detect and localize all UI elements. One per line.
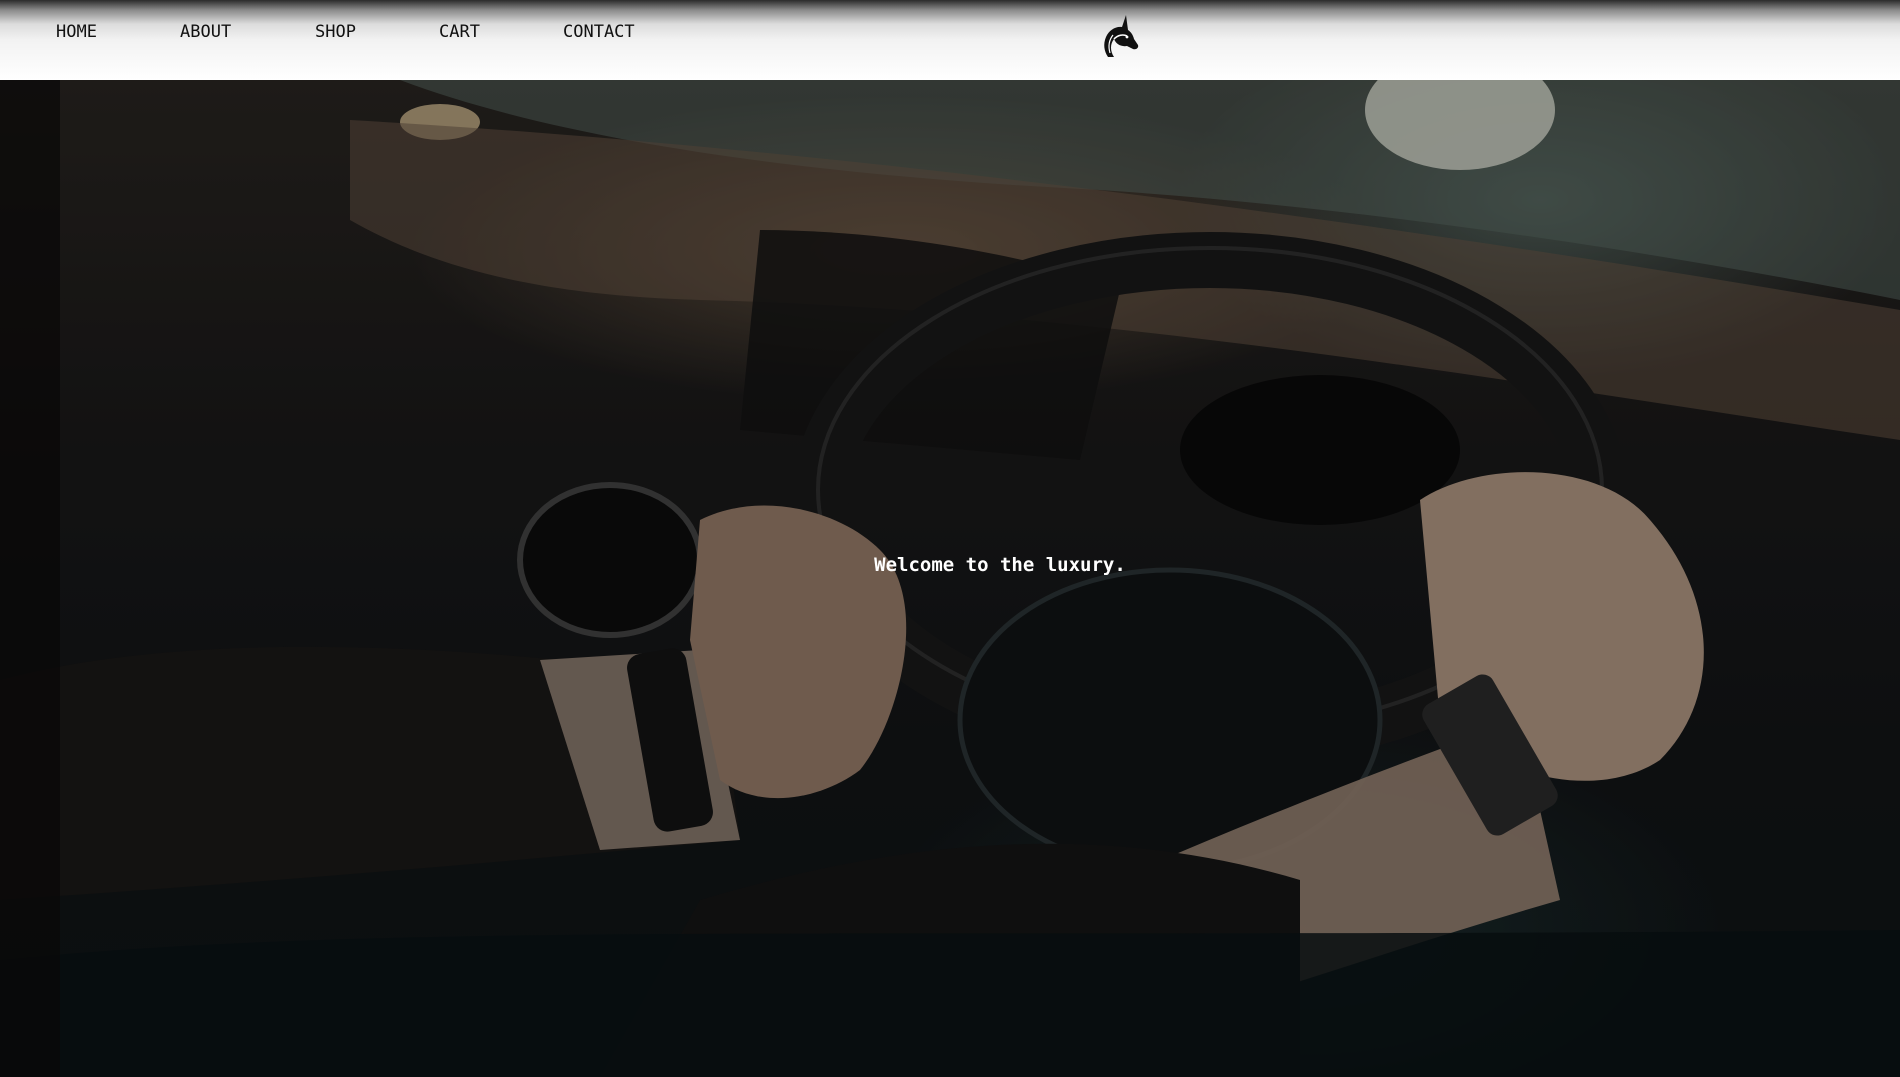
nav-home-link[interactable]: HOME — [56, 22, 97, 42]
hero-tagline: Welcome to the luxury. — [0, 554, 1900, 576]
hero-background-image — [0, 80, 1900, 1077]
nav-cart-link[interactable]: CART — [439, 22, 480, 42]
hero-section: Welcome to the luxury. — [0, 80, 1900, 1077]
hero-tagline-text: Welcome to the luxury. — [874, 554, 1126, 576]
nav-about-link[interactable]: ABOUT — [180, 22, 231, 42]
unicorn-head-logo-icon[interactable] — [1096, 13, 1142, 59]
nav-contact-link[interactable]: CONTACT — [563, 22, 635, 42]
site-header: HOME ABOUT SHOP CART CONTACT — [0, 0, 1900, 80]
nav-shop-link[interactable]: SHOP — [315, 22, 356, 42]
